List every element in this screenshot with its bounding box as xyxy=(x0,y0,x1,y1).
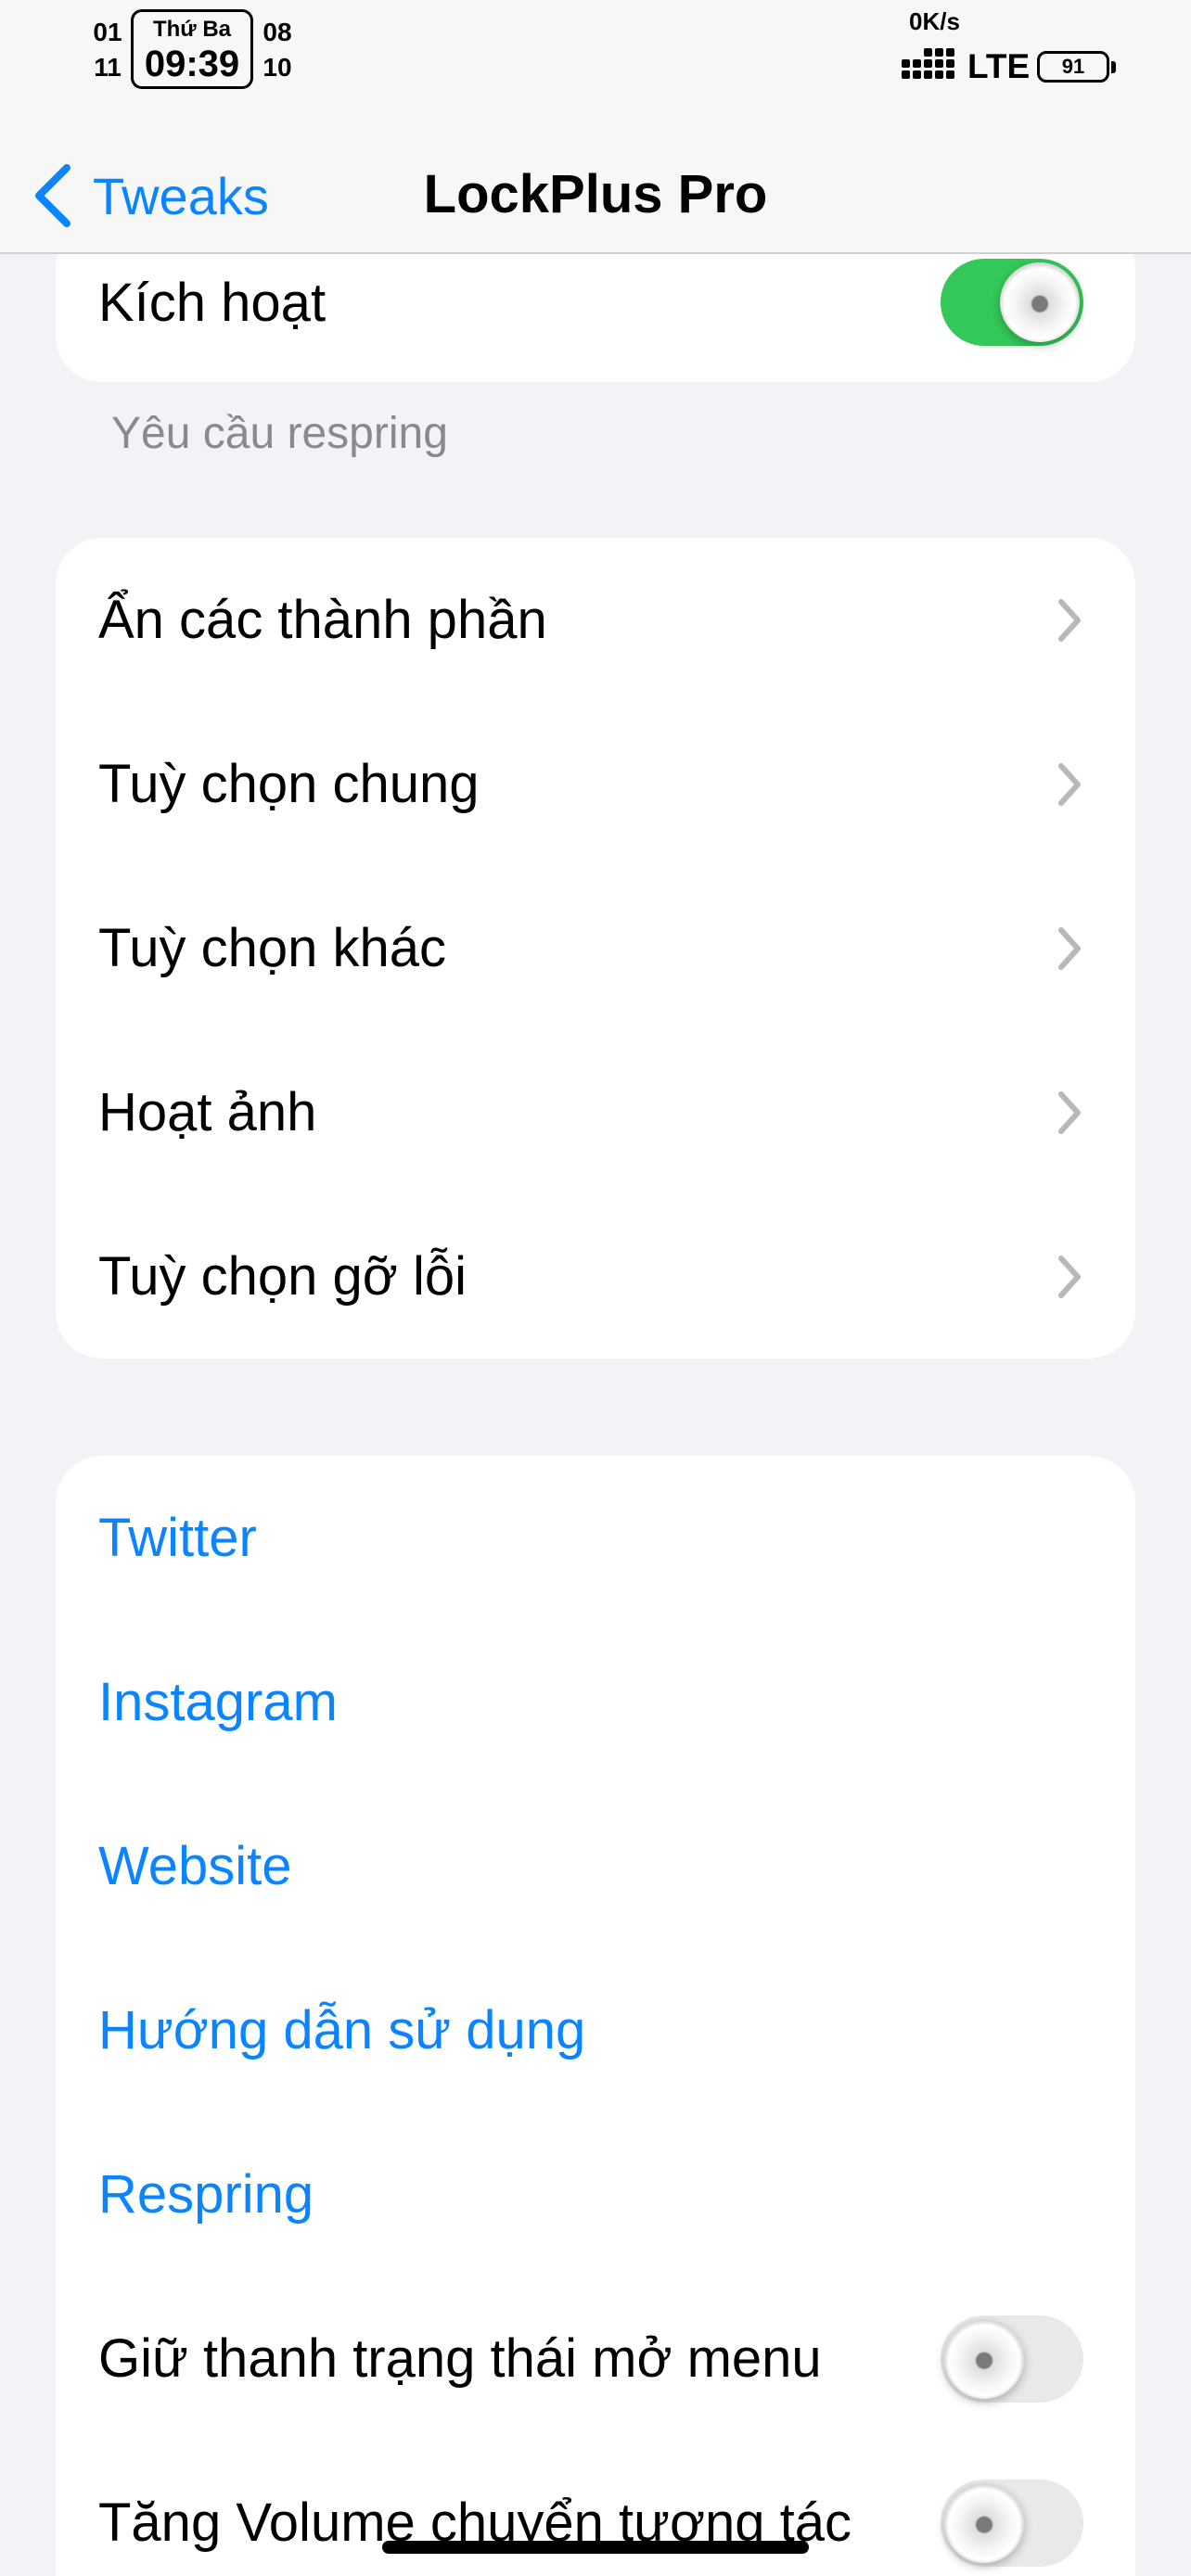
link-label: Twitter xyxy=(98,1508,257,1568)
status-date-right: 08 10 xyxy=(257,15,298,85)
keep-statusbar-row: Giữ thanh trạng thái mở menu xyxy=(56,2276,1135,2441)
menu-group: Ẩn các thành phần Tuỳ chọn chung Tuỳ chọ… xyxy=(56,538,1135,1358)
link-instagram[interactable]: Instagram xyxy=(56,1620,1135,1784)
menu-item-hide-components[interactable]: Ẩn các thành phần xyxy=(56,538,1135,702)
settings-page: 01 11 Thứ Ba 09:39 08 10 0K/s LTE 91 Twe… xyxy=(0,0,1191,2576)
enable-label: Kích hoạt xyxy=(98,272,327,333)
battery-tip xyxy=(1111,61,1116,73)
chevron-right-icon xyxy=(1058,598,1081,642)
link-website[interactable]: Website xyxy=(56,1784,1135,1948)
link-label: Respring xyxy=(98,2164,314,2225)
link-label: Hướng dẫn sử dụng xyxy=(98,2000,586,2060)
date-left-top: 01 xyxy=(93,18,122,46)
menu-item-debug-options[interactable]: Tuỳ chọn gỡ lỗi xyxy=(56,1194,1135,1358)
volume-interaction-row: Tăng Volume chuyển tương tác xyxy=(56,2441,1135,2576)
link-user-guide[interactable]: Hướng dẫn sử dụng xyxy=(56,1948,1135,2112)
chevron-right-icon xyxy=(1058,926,1081,970)
toggle-label: Giữ thanh trạng thái mở menu xyxy=(98,2328,822,2389)
chevron-right-icon xyxy=(1058,762,1081,806)
menu-item-general-options[interactable]: Tuỳ chọn chung xyxy=(56,702,1135,866)
menu-item-label: Ẩn các thành phần xyxy=(98,590,547,650)
date-right-bottom: 10 xyxy=(263,53,292,82)
status-clock: Thứ Ba 09:39 xyxy=(131,9,253,89)
link-label: Instagram xyxy=(98,1672,338,1732)
home-indicator xyxy=(382,2541,809,2554)
menu-item-label: Tuỳ chọn chung xyxy=(98,754,480,814)
toggle-knob xyxy=(944,2482,1024,2563)
keep-statusbar-toggle[interactable] xyxy=(941,2315,1083,2403)
menu-item-label: Tuỳ chọn khác xyxy=(98,918,447,978)
chevron-right-icon xyxy=(1058,1255,1081,1298)
chevron-right-icon xyxy=(1058,1090,1081,1134)
links-group: Twitter Instagram Website Hướng dẫn sử d… xyxy=(56,1456,1135,2576)
battery-icon: 91 xyxy=(1037,51,1109,83)
toggle-knob xyxy=(944,2318,1024,2399)
weekday-label: Thứ Ba xyxy=(152,17,232,42)
signal-icon xyxy=(902,48,959,85)
respring-note: Yêu cầu respring xyxy=(111,409,448,458)
date-left-bottom: 11 xyxy=(94,53,122,82)
date-right-top: 08 xyxy=(263,18,292,46)
navigation-bar: Tweaks LockPlus Pro xyxy=(0,102,1191,254)
enable-toggle[interactable] xyxy=(941,259,1083,346)
menu-item-label: Tuỳ chọn gỡ lỗi xyxy=(98,1246,467,1307)
link-respring[interactable]: Respring xyxy=(56,2112,1135,2276)
status-bar: 01 11 Thứ Ba 09:39 08 10 0K/s LTE 91 xyxy=(0,0,1191,102)
link-label: Website xyxy=(98,1836,292,1896)
link-twitter[interactable]: Twitter xyxy=(56,1456,1135,1620)
volume-interaction-toggle[interactable] xyxy=(941,2479,1083,2567)
toggle-knob xyxy=(1000,262,1080,342)
menu-item-other-options[interactable]: Tuỳ chọn khác xyxy=(56,866,1135,1030)
menu-item-label: Hoạt ảnh xyxy=(98,1082,317,1142)
time-label: 09:39 xyxy=(144,44,240,84)
status-date-left: 01 11 xyxy=(89,15,126,85)
network-speed: 0K/s xyxy=(909,7,960,35)
menu-item-animations[interactable]: Hoạt ảnh xyxy=(56,1030,1135,1194)
network-type: LTE xyxy=(967,47,1031,85)
page-title: LockPlus Pro xyxy=(423,164,768,224)
